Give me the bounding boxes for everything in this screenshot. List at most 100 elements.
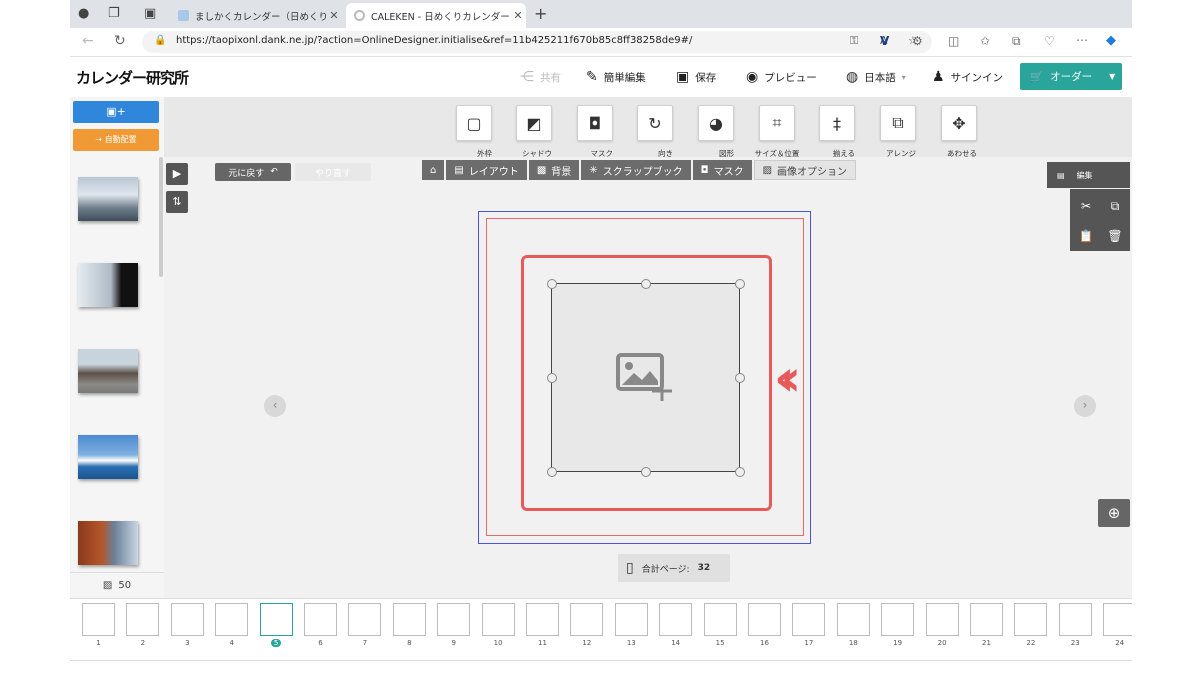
add-photos-button[interactable]: ▣+ <box>73 101 159 123</box>
page-thumb[interactable] <box>570 603 604 636</box>
more-icon[interactable]: ⋯ <box>1076 33 1088 47</box>
page-thumb[interactable] <box>1103 603 1132 636</box>
page-thumb[interactable] <box>437 603 471 636</box>
extension-v-icon[interactable]: V <box>880 34 889 48</box>
page-thumb[interactable] <box>348 603 382 636</box>
border-icon: ▢ <box>456 105 492 141</box>
page-thumb[interactable] <box>970 603 1003 636</box>
preview-button[interactable]: ◉ プレビュー <box>746 69 817 85</box>
page-thumb[interactable] <box>170 603 204 636</box>
page-thumb[interactable] <box>925 603 959 636</box>
tab-favicon-icon <box>354 10 365 21</box>
cut-icon[interactable]: ✂ <box>1072 191 1100 221</box>
tab-image-options[interactable]: ▨ 画像オプション <box>753 160 857 180</box>
paste-icon[interactable]: 📋 <box>1072 221 1100 251</box>
page-number: 7 <box>348 639 381 647</box>
page-thumb[interactable] <box>526 603 559 636</box>
page-thumb[interactable] <box>392 603 426 636</box>
page-thumb[interactable] <box>792 603 826 636</box>
sort-button[interactable]: ⇅ <box>166 191 188 213</box>
auto-layout-button[interactable]: ⇢ 自動配置 <box>73 129 159 151</box>
page-number: 24 <box>1103 639 1132 647</box>
new-tab-icon[interactable]: + <box>534 4 547 23</box>
undo-button[interactable]: 元に戻す ↶ <box>215 163 291 181</box>
key-icon[interactable]: ⚿ <box>850 34 858 48</box>
photo-thumb-snow-mountain[interactable] <box>78 263 138 307</box>
page-thumb[interactable] <box>659 603 693 636</box>
collapse-panel-button[interactable]: ▶ <box>166 163 188 185</box>
edit-doc-icon: ▤ <box>1057 170 1065 180</box>
page-thumb[interactable] <box>1058 603 1092 636</box>
page-number-label: 8 <box>407 639 412 647</box>
tool-align[interactable]: ‡ 揃える <box>819 105 855 158</box>
page-thumb[interactable] <box>748 603 781 636</box>
tab-scrapbook[interactable]: ✳ スクラップブック <box>581 160 691 180</box>
tab-mask[interactable]: ◘ マスク <box>692 160 752 180</box>
tool-size-position[interactable]: ⌗ サイズ＆位置 <box>755 105 799 158</box>
signin-button[interactable]: ♟ サインイン <box>932 69 1003 85</box>
tab-title: ましかくカレンダー（日めくり）- Ca <box>195 11 326 23</box>
tab-background[interactable]: ▩ 背景 <box>528 160 580 180</box>
tool-arrange[interactable]: ⧉ アレンジ <box>880 105 916 158</box>
photo-thumb-welcome-sign[interactable] <box>78 349 138 393</box>
photo-scrollbar[interactable] <box>159 157 163 277</box>
page-thumb[interactable] <box>836 603 870 636</box>
extensions-icon[interactable]: ⚙ <box>912 34 923 48</box>
logo[interactable]: カレンダー研究所 <box>76 67 189 88</box>
page-thumb[interactable] <box>614 603 648 636</box>
save-button[interactable]: ▣ 保存 <box>676 69 716 85</box>
tab-close-icon[interactable]: ✕ <box>510 9 526 22</box>
browser-essentials-icon[interactable]: ♡ <box>1044 34 1055 48</box>
share-button[interactable]: ⋲ 共有 <box>520 69 561 85</box>
split-screen-icon[interactable]: ◫ <box>948 34 959 48</box>
redo-button[interactable]: やり直す <box>295 163 371 181</box>
tool-shadow[interactable]: ◩ シャドウ <box>516 105 552 158</box>
image-icon: ▨ <box>102 579 113 591</box>
next-page-button[interactable]: › <box>1074 395 1096 417</box>
page-thumb[interactable] <box>881 603 915 636</box>
lock-icon[interactable]: 🔒 <box>154 35 166 46</box>
edit-panel-header[interactable]: ▤ 編集 <box>1047 162 1130 188</box>
tab-layout[interactable]: ▤ レイアウト <box>446 160 527 180</box>
tool-border[interactable]: ▢ 外枠 <box>456 105 492 158</box>
workspaces-icon[interactable]: ❐ <box>108 6 120 21</box>
tool-rotate[interactable]: ↻ 向き <box>637 105 673 158</box>
copy-icon[interactable]: ⧉ <box>1101 191 1129 221</box>
tab-2[interactable]: CALEKEN - 日めくりカレンダーま ✕ <box>346 3 526 28</box>
order-button[interactable]: 🛒 オーダー ▼ <box>1020 63 1122 90</box>
tool-shape[interactable]: ◕ 図形 <box>698 105 734 158</box>
page-thumb[interactable] <box>1014 603 1048 636</box>
page-thumb[interactable] <box>703 603 737 636</box>
photo-thumb-cruise-ship[interactable] <box>78 435 138 479</box>
page-thumb[interactable] <box>215 603 249 636</box>
align-icon: ‡ <box>819 105 855 141</box>
photo-thumb-glacier[interactable] <box>78 177 138 221</box>
back-icon[interactable]: ← <box>82 33 94 49</box>
simple-edit-button[interactable]: ✎ 簡単編集 <box>586 69 646 85</box>
tool-fit[interactable]: ✥ あわせる <box>941 105 977 158</box>
page-thumb[interactable] <box>259 603 293 636</box>
tab-close-icon[interactable]: ✕ <box>326 9 342 22</box>
trash-icon[interactable]: 🗑 <box>1101 221 1129 251</box>
home-tab[interactable]: ⌂ <box>422 160 445 180</box>
page-number-label: 16 <box>760 639 769 647</box>
prev-page-button[interactable]: ‹ <box>264 395 286 417</box>
page-thumb[interactable] <box>304 603 337 636</box>
favorites-icon[interactable]: ✩ <box>980 34 990 48</box>
zoom-button[interactable]: ⊕ <box>1098 499 1130 527</box>
copilot-icon[interactable]: ◆ <box>1106 33 1116 48</box>
collections-icon[interactable]: ⧉ <box>1012 34 1021 49</box>
page-thumb[interactable] <box>126 603 160 636</box>
reload-icon[interactable]: ↻ <box>114 33 126 49</box>
auto-layout-icon: ⇢ <box>95 135 103 144</box>
page-thumb[interactable] <box>82 603 115 636</box>
photo-thumb-cabin[interactable] <box>78 521 138 565</box>
language-select[interactable]: ◍ 日本語 ▾ <box>846 69 906 85</box>
url-box[interactable]: 🔒 https://taopixonl.dank.ne.jp/?action=O… <box>142 31 932 53</box>
profile-icon[interactable]: ● <box>78 6 89 21</box>
page-thumb[interactable] <box>481 603 515 636</box>
tab-1[interactable]: ましかくカレンダー（日めくり）- Ca ✕ <box>170 3 342 28</box>
tool-mask[interactable]: ◘ マスク <box>577 105 613 158</box>
tab-actions-icon[interactable]: ▣ <box>144 6 156 21</box>
page-icon: ▯ <box>626 560 634 576</box>
